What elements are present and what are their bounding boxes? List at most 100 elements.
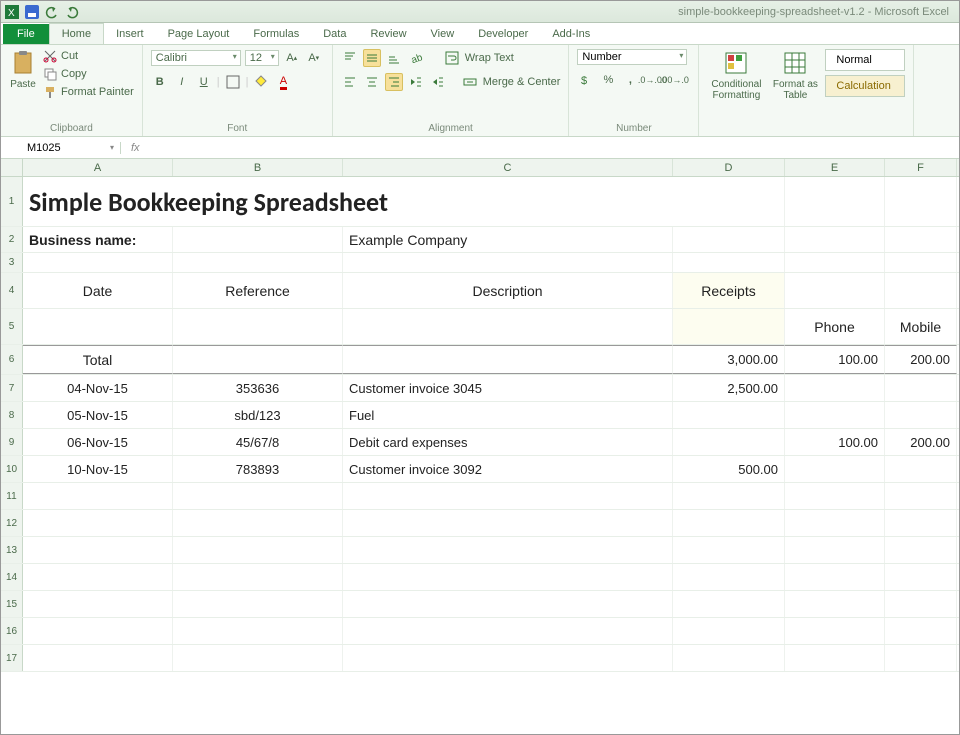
cell[interactable] [885,618,957,644]
cut-button[interactable]: Cut [43,49,134,63]
cell[interactable] [173,227,343,252]
align-center-icon[interactable] [363,73,381,91]
accounting-format-icon[interactable]: $ [577,71,595,89]
font-size-select[interactable]: 12 [245,50,279,66]
undo-icon[interactable] [45,5,59,19]
format-painter-button[interactable]: Format Painter [43,85,134,99]
cell-receipts[interactable]: 2,500.00 [673,375,785,401]
cell[interactable] [23,309,173,344]
cell[interactable] [785,227,885,252]
tab-home[interactable]: Home [49,23,104,44]
cell-date[interactable]: 10-Nov-15 [23,456,173,482]
cell[interactable] [343,510,673,536]
cell-ref[interactable]: 783893 [173,456,343,482]
cell-total-phone[interactable]: 100.00 [785,345,885,374]
cell[interactable] [785,177,885,226]
wrap-text-label[interactable]: Wrap Text [465,52,514,64]
row-header[interactable]: 1 [1,177,23,226]
orientation-icon[interactable]: ab [407,49,425,67]
cell[interactable] [785,273,885,308]
cell[interactable] [343,537,673,563]
cell[interactable] [885,510,957,536]
cell[interactable] [343,309,673,344]
cell-desc[interactable]: Fuel [343,402,673,428]
cell[interactable] [785,510,885,536]
cell-desc[interactable]: Customer invoice 3045 [343,375,673,401]
cell-total-receipts[interactable]: 3,000.00 [673,345,785,374]
cell[interactable] [673,591,785,617]
italic-button[interactable]: I [173,73,191,91]
cell-receipts[interactable]: 500.00 [673,456,785,482]
underline-button[interactable]: U [195,73,213,91]
cell[interactable] [23,564,173,590]
cell[interactable] [23,537,173,563]
row-header[interactable]: 11 [1,483,23,509]
align-middle-icon[interactable] [363,49,381,67]
col-header-f[interactable]: F [885,159,957,176]
row-header[interactable]: 13 [1,537,23,563]
cell[interactable] [673,309,785,344]
cell[interactable] [885,591,957,617]
cell-phone[interactable] [785,375,885,401]
redo-icon[interactable] [65,5,79,19]
cell[interactable] [343,483,673,509]
cell[interactable] [885,177,957,226]
decrease-decimal-icon[interactable]: .00→.0 [665,71,683,89]
cell[interactable] [343,345,673,374]
cell[interactable] [173,345,343,374]
row-header[interactable]: 5 [1,309,23,344]
cell-style-calculation[interactable]: Calculation [825,75,905,97]
cell[interactable] [673,177,785,226]
cell[interactable] [343,253,673,272]
cell[interactable] [173,253,343,272]
cell[interactable] [173,537,343,563]
cell-receipts[interactable] [673,402,785,428]
format-as-table-button[interactable]: Format as Table [771,49,819,101]
cell-date[interactable]: 06-Nov-15 [23,429,173,455]
align-right-icon[interactable] [385,73,403,91]
col-header-e[interactable]: E [785,159,885,176]
comma-format-icon[interactable]: , [621,71,639,89]
name-box[interactable]: M1025 [21,142,121,154]
cell[interactable] [885,483,957,509]
cell[interactable] [885,645,957,671]
cell-total-label[interactable]: Total [23,345,173,374]
font-name-select[interactable]: Calibri [151,50,241,66]
cell[interactable] [673,618,785,644]
cell[interactable] [785,253,885,272]
tab-page-layout[interactable]: Page Layout [156,24,242,44]
cell-mobile[interactable] [885,375,957,401]
number-format-select[interactable]: Number [577,49,687,65]
cell[interactable] [23,483,173,509]
cell[interactable] [343,591,673,617]
tab-add-ins[interactable]: Add-Ins [540,24,602,44]
row-header[interactable]: 3 [1,253,23,272]
tab-review[interactable]: Review [358,24,418,44]
cell[interactable] [173,618,343,644]
cell-hdr-description[interactable]: Description [343,273,673,308]
cell-date[interactable]: 04-Nov-15 [23,375,173,401]
cell[interactable] [23,591,173,617]
row-header[interactable]: 12 [1,510,23,536]
cell-date[interactable]: 05-Nov-15 [23,402,173,428]
cell[interactable] [885,273,957,308]
fx-icon[interactable]: fx [131,142,140,154]
wrap-text-icon[interactable] [443,49,461,67]
cell[interactable] [673,537,785,563]
row-header[interactable]: 8 [1,402,23,428]
cell[interactable] [673,510,785,536]
cell[interactable] [885,253,957,272]
cell[interactable] [673,564,785,590]
cell-mobile[interactable] [885,456,957,482]
conditional-formatting-button[interactable]: Conditional Formatting [707,49,765,101]
row-header[interactable]: 7 [1,375,23,401]
cell[interactable] [23,253,173,272]
cell[interactable] [173,564,343,590]
save-icon[interactable] [25,5,39,19]
row-header[interactable]: 16 [1,618,23,644]
decrease-font-icon[interactable]: A▾ [305,49,323,67]
copy-button[interactable]: Copy [43,67,134,81]
row-header[interactable]: 14 [1,564,23,590]
cell[interactable] [23,510,173,536]
row-header[interactable]: 4 [1,273,23,308]
